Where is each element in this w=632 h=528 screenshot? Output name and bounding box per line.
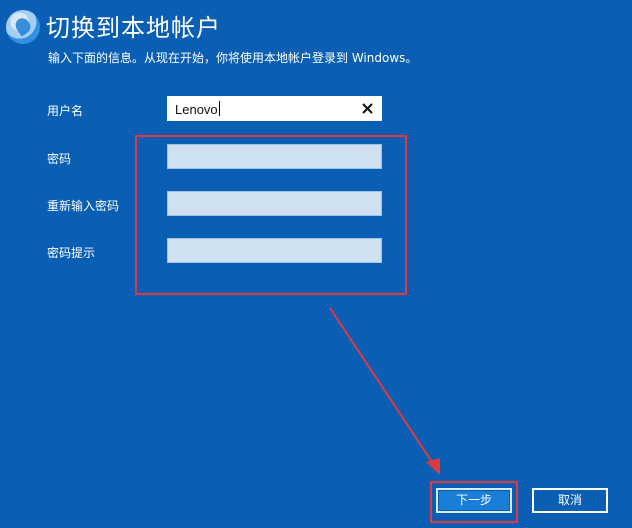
close-icon[interactable] (358, 99, 377, 118)
password-label: 密码 (47, 152, 72, 166)
next-button[interactable]: 下一步 (436, 488, 512, 513)
cancel-button[interactable]: 取消 (532, 488, 608, 513)
watermark-logo-icon (6, 10, 40, 44)
username-label: 用户名 (47, 104, 84, 118)
username-field[interactable]: Lenovo (167, 96, 382, 121)
text-caret (218, 101, 220, 116)
page-subtitle: 输入下面的信息。从现在开始，你将使用本地帐户登录到 Windows。 (48, 51, 418, 65)
highlight-box-fields (135, 135, 407, 295)
username-value: Lenovo (175, 101, 220, 117)
page-title: 切换到本地帐户 (46, 14, 221, 42)
reenter-password-label: 重新输入密码 (47, 199, 120, 213)
password-hint-label: 密码提示 (47, 246, 96, 260)
